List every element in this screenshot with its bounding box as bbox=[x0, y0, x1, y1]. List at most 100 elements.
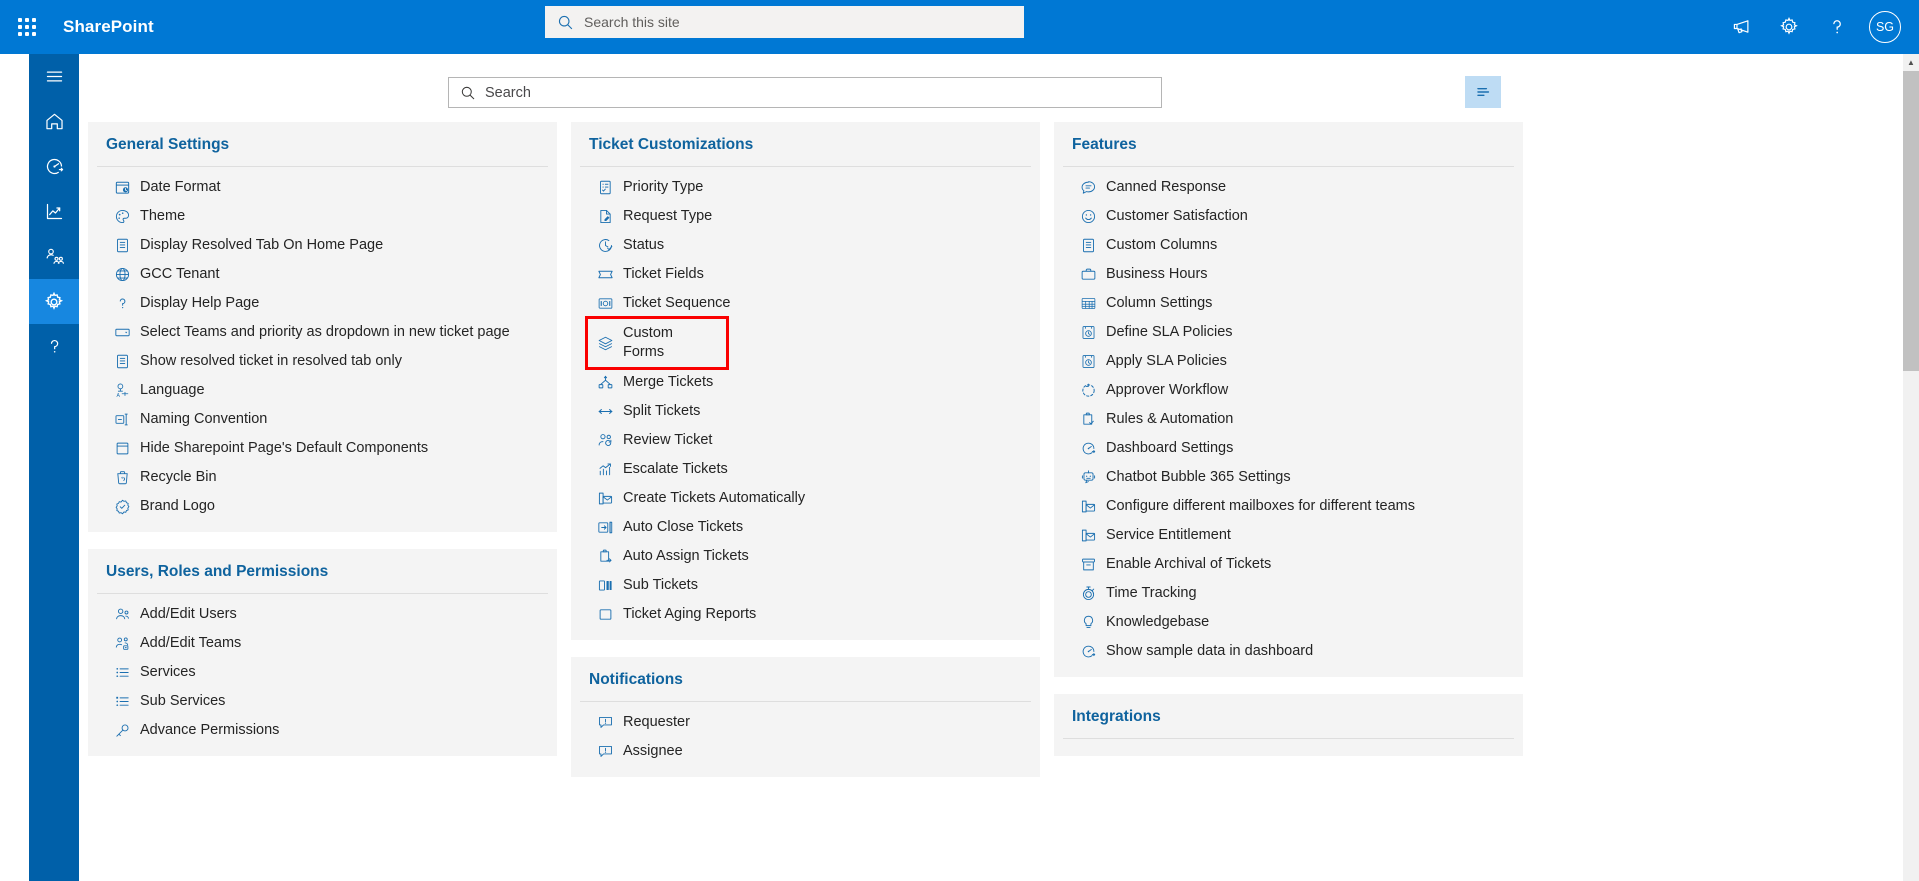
setting-item-apply-sla-policies[interactable]: Apply SLA Policies bbox=[1054, 347, 1523, 376]
setting-item-ticket-aging-reports[interactable]: Ticket Aging Reports bbox=[571, 600, 1040, 629]
help-question-icon[interactable] bbox=[29, 324, 79, 369]
setting-item-configure-mailboxes[interactable]: Configure different mailboxes for differ… bbox=[1054, 492, 1523, 521]
chatbot-icon bbox=[1079, 469, 1097, 487]
setting-item-enable-archival[interactable]: Enable Archival of Tickets bbox=[1054, 550, 1523, 579]
setting-item-canned-response[interactable]: Canned Response bbox=[1054, 173, 1523, 202]
escalate-chart-icon bbox=[596, 461, 614, 479]
setting-label: Chatbot Bubble 365 Settings bbox=[1106, 469, 1291, 485]
setting-label: Ticket Aging Reports bbox=[623, 606, 757, 622]
suite-search-box[interactable] bbox=[545, 6, 1024, 38]
suite-search-input[interactable] bbox=[584, 14, 1012, 30]
setting-item-advance-permissions[interactable]: Advance Permissions bbox=[88, 716, 557, 745]
card-users-roles-permissions: Users, Roles and Permissions Add/Edit Us… bbox=[88, 549, 557, 756]
setting-item-recycle-bin[interactable]: Recycle Bin bbox=[88, 463, 557, 492]
setting-item-show-resolved-ticket[interactable]: Show resolved ticket in resolved tab onl… bbox=[88, 347, 557, 376]
page-scrollbar[interactable]: ▲ bbox=[1903, 54, 1919, 881]
setting-item-escalate-tickets[interactable]: Escalate Tickets bbox=[571, 455, 1040, 484]
search-input-wrapper[interactable] bbox=[448, 77, 1162, 108]
setting-label: Hide Sharepoint Page's Default Component… bbox=[140, 440, 429, 456]
setting-item-service-entitlement[interactable]: Service Entitlement bbox=[1054, 521, 1523, 550]
setting-item-dashboard-settings[interactable]: Dashboard Settings bbox=[1054, 434, 1523, 463]
gear-icon[interactable] bbox=[1765, 3, 1813, 51]
setting-item-time-tracking[interactable]: Time Tracking bbox=[1054, 579, 1523, 608]
setting-item-display-resolved-tab[interactable]: Display Resolved Tab On Home Page bbox=[88, 231, 557, 260]
setting-item-ticket-sequence[interactable]: Ticket Sequence bbox=[571, 289, 1040, 318]
stopwatch-icon bbox=[1079, 585, 1097, 603]
setting-item-status[interactable]: Status bbox=[571, 231, 1040, 260]
setting-item-define-sla-policies[interactable]: Define SLA Policies bbox=[1054, 318, 1523, 347]
setting-item-date-format[interactable]: Date Format bbox=[88, 173, 557, 202]
setting-item-requester[interactable]: Requester bbox=[571, 708, 1040, 737]
setting-item-naming-convention[interactable]: Naming Convention bbox=[88, 405, 557, 434]
hamburger-menu-icon[interactable] bbox=[29, 54, 79, 99]
setting-item-gcc-tenant[interactable]: GCC Tenant bbox=[88, 260, 557, 289]
setting-item-hide-sharepoint-components[interactable]: Hide Sharepoint Page's Default Component… bbox=[88, 434, 557, 463]
setting-item-rules-automation[interactable]: Rules & Automation bbox=[1054, 405, 1523, 434]
setting-item-custom-columns[interactable]: Custom Columns bbox=[1054, 231, 1523, 260]
setting-label: Sub Services bbox=[140, 693, 226, 709]
setting-label: Brand Logo bbox=[140, 498, 215, 514]
document-list-icon bbox=[1079, 237, 1097, 255]
setting-item-sub-tickets[interactable]: Sub Tickets bbox=[571, 571, 1040, 600]
document-list-icon bbox=[113, 353, 131, 371]
setting-item-split-tickets[interactable]: Split Tickets bbox=[571, 397, 1040, 426]
setting-item-column-settings[interactable]: Column Settings bbox=[1054, 289, 1523, 318]
setting-label: Apply SLA Policies bbox=[1106, 353, 1227, 369]
help-icon[interactable] bbox=[1813, 3, 1861, 51]
setting-label: Requester bbox=[623, 714, 690, 730]
settings-gear-icon[interactable] bbox=[29, 279, 79, 324]
setting-item-sub-services[interactable]: Sub Services bbox=[88, 687, 557, 716]
setting-label: Request Type bbox=[623, 208, 713, 224]
setting-item-auto-close-tickets[interactable]: Auto Close Tickets bbox=[571, 513, 1040, 542]
card-ticket-customizations: Ticket Customizations Priority Type Requ… bbox=[571, 122, 1040, 640]
setting-item-create-tickets-automatically[interactable]: Create Tickets Automatically bbox=[571, 484, 1040, 513]
setting-item-priority-type[interactable]: Priority Type bbox=[571, 173, 1040, 202]
analytics-chart-icon[interactable] bbox=[29, 189, 79, 234]
scroll-up-arrow-icon[interactable]: ▲ bbox=[1903, 54, 1919, 71]
avatar[interactable]: SG bbox=[1869, 11, 1901, 43]
filter-list-icon[interactable] bbox=[1465, 76, 1501, 108]
setting-item-brand-logo[interactable]: Brand Logo bbox=[88, 492, 557, 521]
setting-item-services[interactable]: Services bbox=[88, 658, 557, 687]
setting-item-approver-workflow[interactable]: Approver Workflow bbox=[1054, 376, 1523, 405]
home-icon[interactable] bbox=[29, 99, 79, 144]
setting-item-request-type[interactable]: Request Type bbox=[571, 202, 1040, 231]
setting-item-merge-tickets[interactable]: Merge Tickets bbox=[571, 368, 1040, 397]
setting-item-custom-forms[interactable]: Custom Forms bbox=[585, 316, 729, 370]
setting-item-customer-satisfaction[interactable]: Customer Satisfaction bbox=[1054, 202, 1523, 231]
setting-item-language[interactable]: A Language bbox=[88, 376, 557, 405]
setting-item-assignee[interactable]: Assignee bbox=[571, 737, 1040, 766]
setting-label: Recycle Bin bbox=[140, 469, 217, 485]
setting-item-theme[interactable]: Theme bbox=[88, 202, 557, 231]
setting-item-display-help-page[interactable]: Display Help Page bbox=[88, 289, 557, 318]
setting-item-chatbot-bubble-365[interactable]: Chatbot Bubble 365 Settings bbox=[1054, 463, 1523, 492]
setting-item-review-ticket[interactable]: Review Ticket bbox=[571, 426, 1040, 455]
square-outline-icon bbox=[596, 606, 614, 624]
setting-item-add-edit-teams[interactable]: Add/Edit Teams bbox=[88, 629, 557, 658]
megaphone-icon[interactable] bbox=[1717, 3, 1765, 51]
column-general: General Settings Date Format Theme Displ… bbox=[88, 122, 557, 794]
people-team-icon bbox=[113, 635, 131, 653]
dashboard-gauge-icon bbox=[1079, 643, 1097, 661]
setting-label: Knowledgebase bbox=[1106, 614, 1210, 630]
setting-item-add-edit-users[interactable]: Add/Edit Users bbox=[88, 600, 557, 629]
setting-label: Enable Archival of Tickets bbox=[1106, 556, 1272, 572]
key-icon bbox=[113, 722, 131, 740]
person-review-icon bbox=[596, 432, 614, 450]
app-launcher-icon[interactable] bbox=[0, 0, 54, 54]
setting-item-knowledgebase[interactable]: Knowledgebase bbox=[1054, 608, 1523, 637]
question-mark-icon bbox=[113, 295, 131, 313]
setting-label: Display Help Page bbox=[140, 295, 260, 311]
setting-item-business-hours[interactable]: Business Hours bbox=[1054, 260, 1523, 289]
setting-item-auto-assign-tickets[interactable]: Auto Assign Tickets bbox=[571, 542, 1040, 571]
calendar-clock-icon bbox=[113, 179, 131, 197]
teams-people-icon[interactable] bbox=[29, 234, 79, 279]
setting-item-select-teams-priority-dropdown[interactable]: Select Teams and priority as dropdown in… bbox=[88, 318, 557, 347]
dashboard-gauge-icon[interactable] bbox=[29, 144, 79, 189]
search-input[interactable] bbox=[485, 84, 1150, 101]
scrollbar-thumb[interactable] bbox=[1903, 71, 1919, 371]
sharepoint-brand[interactable]: SharePoint bbox=[63, 17, 154, 37]
setting-item-show-sample-data[interactable]: Show sample data in dashboard bbox=[1054, 637, 1523, 666]
setting-item-ticket-fields[interactable]: Ticket Fields bbox=[571, 260, 1040, 289]
mail-create-icon bbox=[1079, 498, 1097, 516]
